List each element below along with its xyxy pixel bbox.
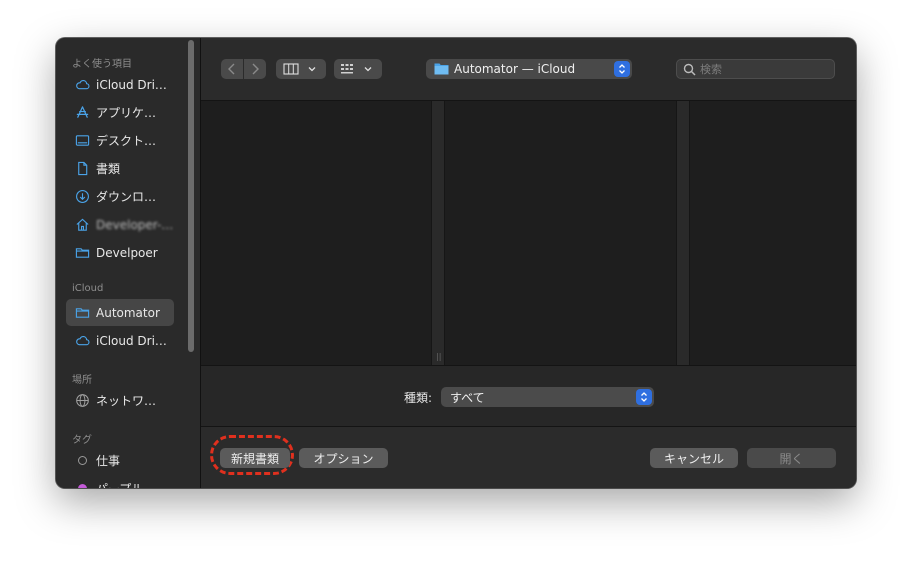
sidebar-item-label: ダウンロ… bbox=[96, 190, 157, 204]
format-value: すべて bbox=[450, 390, 485, 405]
cancel-button[interactable]: キャンセル bbox=[650, 448, 738, 468]
tag-dot-icon bbox=[74, 453, 90, 469]
sidebar-scrollbar[interactable] bbox=[188, 40, 194, 352]
open-button[interactable]: 開く bbox=[747, 448, 836, 468]
desktop-icon bbox=[74, 133, 90, 149]
sidebar-item-label: Developer-home bbox=[96, 217, 174, 232]
updown-arrows-icon bbox=[614, 61, 630, 77]
network-icon bbox=[74, 393, 90, 409]
sidebar-section-locations: 場所 bbox=[72, 375, 92, 386]
sidebar-item-label: パープル bbox=[96, 480, 143, 488]
new-document-button[interactable]: 新規書類 bbox=[220, 448, 290, 468]
open-file-dialog: よく使う項目 iCloud Dri… アプリケ… デスクト… 書類 ダウンロ… … bbox=[56, 38, 856, 488]
location-popup[interactable]: Automator — iCloud bbox=[426, 59, 632, 79]
column-view-button[interactable] bbox=[276, 59, 326, 79]
chevron-left-icon bbox=[228, 63, 235, 75]
sidebar-item-label: Develpoer bbox=[96, 245, 158, 260]
cloud-icon bbox=[74, 77, 90, 93]
sidebar-item-develpoer[interactable]: Develpoer bbox=[66, 239, 174, 266]
column-divider bbox=[676, 101, 690, 365]
sidebar-item-label: iCloud Dri… bbox=[96, 77, 167, 92]
grip-icon: || bbox=[436, 352, 442, 361]
browser-column-2[interactable] bbox=[445, 101, 676, 365]
button-bar: 新規書類 オプション キャンセル 開く bbox=[201, 427, 856, 488]
grid-icon bbox=[341, 64, 353, 74]
sidebar-item-tag-purple[interactable]: パープル bbox=[66, 475, 174, 488]
home-icon bbox=[74, 217, 90, 233]
sidebar: よく使う項目 iCloud Dri… アプリケ… デスクト… 書類 ダウンロ… … bbox=[56, 38, 201, 488]
sidebar-item-icloud-drive[interactable]: iCloud Dri… bbox=[66, 71, 174, 98]
tag-dot-icon bbox=[74, 481, 90, 488]
back-button[interactable] bbox=[221, 59, 243, 79]
sidebar-item-icloud-drive-2[interactable]: iCloud Dri… bbox=[66, 327, 174, 354]
format-popup[interactable]: すべて bbox=[441, 387, 654, 407]
sidebar-item-label: デスクト… bbox=[96, 134, 157, 148]
chevron-down-icon bbox=[364, 67, 372, 72]
sidebar-item-home[interactable]: Developer-home bbox=[66, 211, 174, 238]
search-field[interactable] bbox=[676, 59, 835, 79]
folder-icon bbox=[434, 60, 449, 79]
sidebar-item-label: 仕事 bbox=[96, 454, 121, 468]
chevron-right-icon bbox=[252, 63, 259, 75]
folder-icon bbox=[74, 245, 90, 261]
column-browser: || bbox=[201, 101, 856, 365]
location-title: Automator — iCloud bbox=[454, 62, 576, 76]
search-input[interactable] bbox=[696, 62, 820, 76]
options-button[interactable]: オプション bbox=[299, 448, 388, 468]
sidebar-item-network[interactable]: ネットワ… bbox=[66, 387, 174, 414]
sidebar-section-tags: タグ bbox=[72, 435, 92, 446]
search-icon bbox=[683, 63, 696, 76]
sidebar-section-icloud: iCloud bbox=[72, 283, 104, 294]
sidebar-item-label: 書類 bbox=[96, 162, 121, 176]
forward-button[interactable] bbox=[244, 59, 266, 79]
format-row: 種類: すべて bbox=[201, 365, 856, 427]
browser-column-1[interactable] bbox=[201, 101, 431, 365]
columns-icon bbox=[283, 63, 299, 75]
sidebar-item-label: アプリケ… bbox=[96, 106, 157, 120]
main-pane: Automator — iCloud || 種類: bbox=[201, 38, 856, 488]
sidebar-item-label: iCloud Dri… bbox=[96, 333, 167, 348]
sidebar-item-automator[interactable]: Automator bbox=[66, 299, 174, 326]
updown-arrows-icon bbox=[636, 389, 652, 405]
icon-view-button[interactable] bbox=[334, 59, 382, 79]
chevron-down-icon bbox=[308, 67, 316, 72]
folder-icon bbox=[74, 305, 90, 321]
sidebar-item-desktop[interactable]: デスクト… bbox=[66, 127, 174, 154]
sidebar-item-label: ネットワ… bbox=[96, 394, 157, 408]
browser-column-3[interactable] bbox=[690, 101, 856, 365]
download-icon bbox=[74, 189, 90, 205]
sidebar-section-favorites: よく使う項目 bbox=[72, 59, 132, 70]
toolbar: Automator — iCloud bbox=[201, 38, 856, 101]
sidebar-item-downloads[interactable]: ダウンロ… bbox=[66, 183, 174, 210]
format-label: 種類: bbox=[404, 391, 433, 405]
column-resize-handle[interactable]: || bbox=[431, 101, 445, 365]
sidebar-item-tag-work[interactable]: 仕事 bbox=[66, 447, 174, 474]
sidebar-item-documents[interactable]: 書類 bbox=[66, 155, 174, 182]
sidebar-item-label: Automator bbox=[96, 305, 160, 320]
document-icon bbox=[74, 161, 90, 177]
applications-icon bbox=[74, 105, 90, 121]
sidebar-item-applications[interactable]: アプリケ… bbox=[66, 99, 174, 126]
cloud-icon bbox=[74, 333, 90, 349]
